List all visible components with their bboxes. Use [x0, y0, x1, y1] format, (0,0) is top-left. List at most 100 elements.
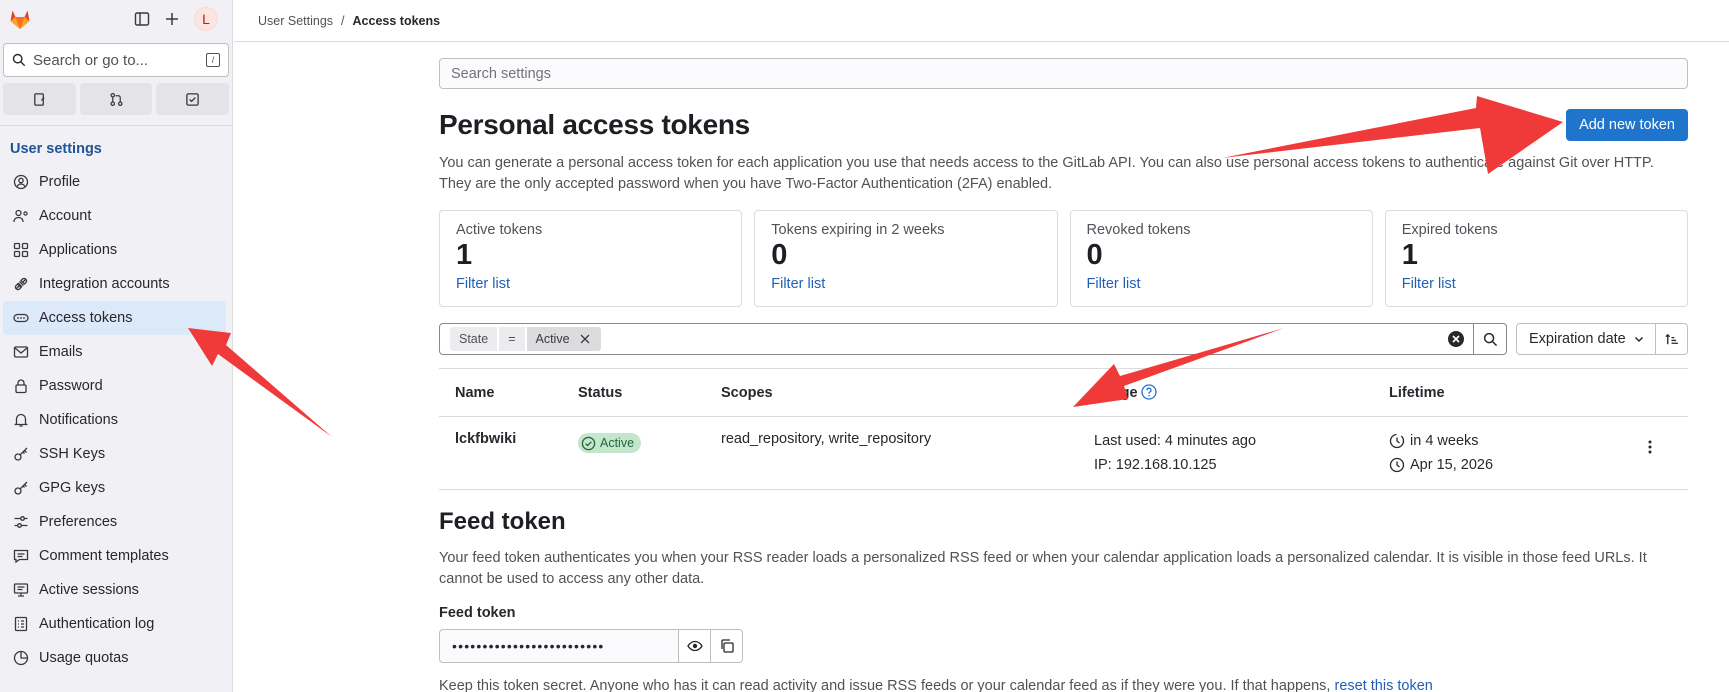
sort-ascending-icon	[1665, 333, 1679, 344]
breadcrumb-current[interactable]: Access tokens	[353, 14, 441, 28]
merge-requests-button[interactable]	[79, 83, 153, 115]
col-lifetime: Lifetime	[1389, 384, 1445, 401]
sidebar-section-title[interactable]: User settings	[0, 126, 232, 165]
close-icon[interactable]	[578, 332, 592, 346]
sidebar-toggle-icon[interactable]	[134, 11, 150, 27]
filter-list-link[interactable]: Filter list	[771, 276, 1040, 292]
search-icon	[1483, 332, 1497, 346]
filter-list-link[interactable]: Filter list	[456, 276, 725, 292]
sidebar-item-label: GPG keys	[39, 480, 106, 496]
sidebar-item-label: Usage quotas	[39, 650, 129, 666]
feed-token-input[interactable]: •••••••••••••••••••••••••	[439, 629, 679, 663]
stat-card: Expired tokens 1 Filter list	[1384, 210, 1688, 307]
filter-token-key[interactable]: State	[450, 327, 498, 351]
sidebar-item-preferences[interactable]: Preferences	[3, 505, 226, 539]
sidebar-item-label: Notifications	[39, 412, 118, 428]
stat-value: 0	[771, 239, 788, 271]
settings-search-input[interactable]: Search settings	[439, 58, 1688, 89]
clock-icon	[1389, 457, 1405, 473]
help-icon[interactable]	[1140, 384, 1157, 400]
sidebar-item-label: Account	[39, 208, 92, 224]
profile-icon	[13, 174, 29, 190]
search-icon	[12, 53, 26, 67]
sidebar-item-label: SSH Keys	[39, 446, 106, 462]
applications-icon	[13, 242, 29, 258]
more-actions-icon[interactable]	[1642, 439, 1658, 455]
col-usage: Usage	[1094, 384, 1389, 401]
token-name: lckfbwiki	[455, 431, 517, 447]
reset-token-link[interactable]: reset this token	[1335, 678, 1433, 692]
col-name: Name	[455, 384, 495, 401]
reveal-token-button[interactable]	[679, 629, 711, 663]
add-new-token-button[interactable]: Add new token	[1566, 109, 1688, 141]
table-row: lckfbwiki Active read_repository, write_…	[439, 417, 1688, 490]
sidebar-item-access-tokens[interactable]: Access tokens	[3, 301, 226, 335]
page-title: Personal access tokens	[439, 109, 750, 140]
filtered-search-input[interactable]: State = Active	[439, 323, 1474, 355]
sidebar-item-password[interactable]: Password	[3, 369, 226, 403]
filter-search-button[interactable]	[1474, 323, 1507, 355]
sidebar-item-emails[interactable]: Emails	[3, 335, 226, 369]
sidebar-item-label: Integration accounts	[39, 276, 170, 292]
global-search-input[interactable]: Search or go to... /	[3, 43, 229, 77]
sidebar-item-comment-templates[interactable]: Comment templates	[3, 539, 226, 573]
sidebar-item-gpg-keys[interactable]: GPG keys	[3, 471, 226, 505]
key-icon	[14, 447, 28, 461]
token-icon	[13, 313, 29, 323]
sidebar-item-integration-accounts[interactable]: Integration accounts	[3, 267, 226, 301]
sidebar-item-profile[interactable]: Profile	[3, 165, 226, 199]
table-header: Name Status Scopes Usage Lifetime	[439, 369, 1688, 417]
sort-dropdown-label: Expiration date	[1529, 331, 1626, 347]
filter-list-link[interactable]: Filter list	[1402, 276, 1671, 292]
feed-token-title: Feed token	[439, 508, 566, 535]
filter-token-operator[interactable]: =	[499, 327, 525, 351]
breadcrumb: User Settings / Access tokens	[234, 0, 1729, 42]
copy-icon	[720, 639, 734, 653]
col-scopes: Scopes	[721, 384, 773, 401]
sidebar-item-label: Emails	[39, 344, 83, 360]
stat-value: 0	[1086, 239, 1103, 271]
eye-icon	[686, 640, 703, 652]
sidebar-item-applications[interactable]: Applications	[3, 233, 226, 267]
clear-search-icon[interactable]	[1447, 330, 1465, 348]
token-last-used: Last used: 4 minutes ago	[1094, 433, 1257, 449]
sidebar-item-label: Password	[39, 378, 103, 394]
avatar[interactable]: L	[194, 7, 218, 31]
token-expires-in-line: in 4 weeks	[1389, 429, 1619, 453]
sidebar-item-label: Applications	[39, 242, 118, 258]
plus-icon[interactable]	[164, 11, 180, 27]
top-actions: L	[134, 7, 218, 31]
sort-dropdown[interactable]: Expiration date	[1516, 323, 1656, 355]
feed-token-field: •••••••••••••••••••••••••	[439, 629, 1688, 663]
gitlab-logo-icon[interactable]	[8, 7, 32, 31]
integration-icon	[14, 277, 28, 291]
sidebar-item-usage-quotas[interactable]: Usage quotas	[3, 641, 226, 675]
filter-list-link[interactable]: Filter list	[1087, 276, 1356, 292]
quick-actions	[3, 83, 230, 115]
app-window: L Search or go to... / User settings Pro…	[0, 0, 1729, 692]
sidebar-item-authentication-log[interactable]: Authentication log	[3, 607, 226, 641]
sidebar-nav: Profile Account Applications Integration ac…	[0, 165, 232, 675]
sidebar-item-notifications[interactable]: Notifications	[3, 403, 226, 437]
stat-label: Revoked tokens	[1086, 222, 1191, 238]
copy-token-button[interactable]	[711, 629, 743, 663]
token-lifetime: in 4 weeks Apr 15, 2026	[1389, 417, 1619, 477]
todo-button[interactable]	[156, 83, 230, 115]
stat-label: Tokens expiring in 2 weeks	[771, 222, 945, 238]
sort-direction-button[interactable]	[1656, 323, 1688, 355]
filter-token-value-label: Active	[535, 332, 570, 346]
stat-label: Active tokens	[456, 222, 543, 238]
sidebar-item-ssh-keys[interactable]: SSH Keys	[3, 437, 226, 471]
filter-token-value[interactable]: Active	[526, 327, 601, 351]
key-icon	[14, 481, 28, 495]
log-icon	[14, 616, 28, 632]
expire-icon	[1389, 433, 1405, 449]
stat-value: 1	[1401, 239, 1418, 271]
sidebar-item-active-sessions[interactable]: Active sessions	[3, 573, 226, 607]
breadcrumb-parent[interactable]: User Settings	[258, 14, 333, 28]
tokens-table: Name Status Scopes Usage Lifetime lckfbw…	[439, 368, 1688, 490]
bell-icon	[13, 413, 29, 427]
sidebar-item-account[interactable]: Account	[3, 199, 226, 233]
preferences-icon	[14, 516, 28, 528]
issues-button[interactable]	[3, 83, 76, 115]
